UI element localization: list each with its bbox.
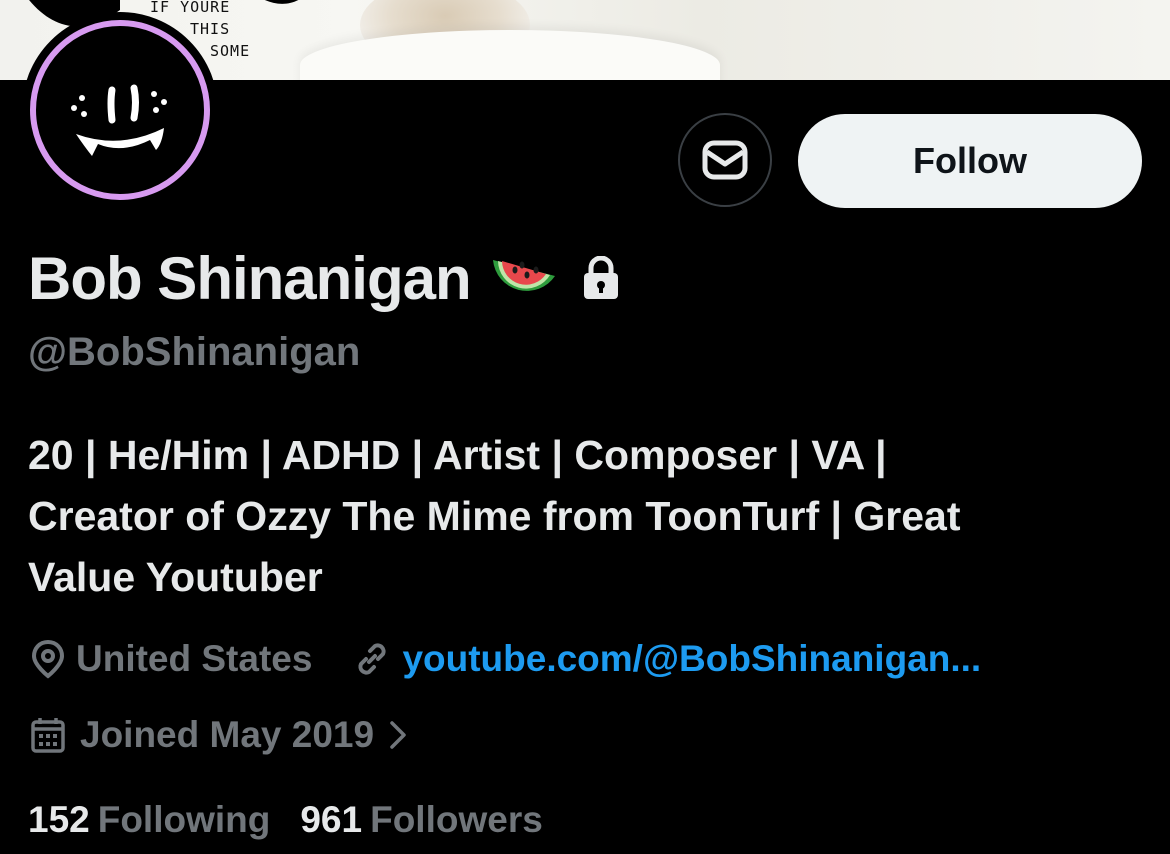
scribble-line-3: SOME bbox=[210, 42, 251, 60]
link-icon bbox=[358, 643, 386, 675]
bio-line: 20 | He/Him | ADHD | Artist | Composer |… bbox=[28, 432, 887, 478]
display-name: Bob Shinanigan bbox=[28, 244, 472, 312]
watermelon-icon bbox=[489, 248, 559, 308]
followers-link[interactable]: 961 Followers bbox=[300, 799, 542, 841]
name-row: Bob Shinanigan bbox=[28, 243, 621, 313]
location-item: United States bbox=[30, 638, 312, 680]
follow-stats: 152 Following 961 Followers bbox=[28, 795, 543, 845]
chevron-right-icon bbox=[390, 721, 406, 749]
calendar-icon bbox=[31, 718, 65, 753]
profile-meta-row: United States youtube.com/@BobShinanigan… bbox=[30, 634, 981, 684]
joined-text: Joined May 2019 bbox=[80, 714, 375, 755]
smiley-face-icon bbox=[71, 84, 167, 156]
scribble-line-2: THIS bbox=[190, 20, 231, 38]
location-text: United States bbox=[76, 638, 313, 679]
bio-line: Creator of Ozzy The Mime from ToonTurf |… bbox=[28, 493, 961, 539]
followers-label: Followers bbox=[370, 799, 543, 840]
avatar[interactable] bbox=[22, 12, 218, 208]
website-link[interactable]: youtube.com/@BobShinanigan... bbox=[402, 638, 981, 680]
envelope-icon bbox=[702, 140, 748, 180]
scribble-line-1: IF YOURE bbox=[150, 0, 231, 16]
following-link[interactable]: 152 Following bbox=[28, 799, 270, 841]
bio-line: Value Youtuber bbox=[28, 554, 323, 600]
location-pin-icon bbox=[31, 639, 65, 679]
following-count: 152 bbox=[28, 799, 90, 840]
followers-count: 961 bbox=[300, 799, 363, 840]
following-label: Following bbox=[97, 799, 271, 840]
joined-date[interactable]: Joined May 2019 bbox=[30, 710, 408, 760]
profile-handle: @BobShinanigan bbox=[28, 330, 361, 374]
profile-bio: 20 | He/Him | ADHD | Artist | Composer |… bbox=[28, 425, 1128, 608]
message-button[interactable] bbox=[678, 113, 772, 207]
website-item[interactable]: youtube.com/@BobShinanigan... bbox=[352, 638, 981, 680]
lock-icon bbox=[581, 256, 621, 300]
follow-button[interactable]: Follow bbox=[798, 114, 1142, 208]
